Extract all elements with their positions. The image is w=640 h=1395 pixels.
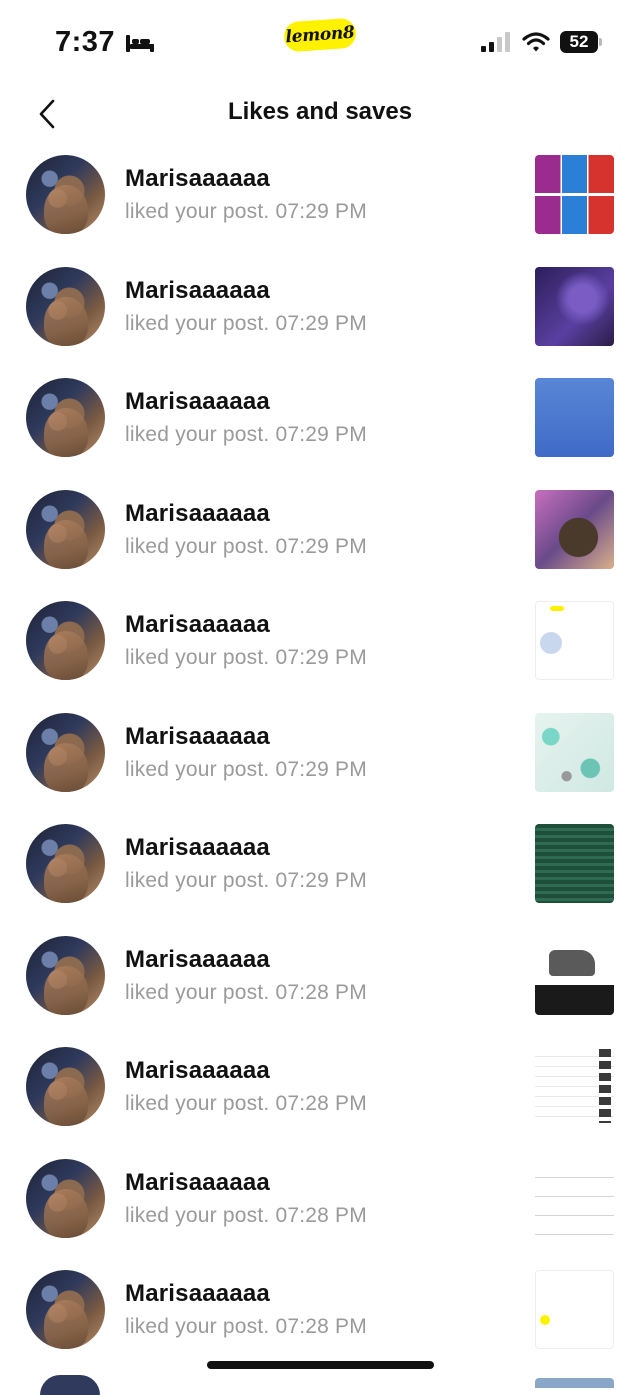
status-indicators: 52 [480, 31, 602, 53]
signal-bars-icon [481, 32, 510, 52]
post-thumbnail[interactable] [535, 824, 614, 903]
notification-list: Marisaaaaaa liked your post. 07:29 PM Ma… [0, 143, 640, 1370]
avatar[interactable] [26, 1047, 105, 1126]
avatar[interactable] [26, 935, 105, 1015]
activity-text: liked your post. 07:29 PM [125, 646, 367, 669]
post-thumbnail[interactable] [535, 1158, 614, 1238]
user-name[interactable]: Marisaaaaaa [125, 834, 270, 862]
avatar[interactable] [26, 601, 105, 680]
notification-row[interactable]: Marisaaaaaa liked your post. 07:29 PM [0, 478, 640, 590]
home-indicator[interactable] [207, 1361, 434, 1369]
notification-row[interactable]: Marisaaaaaa liked your post. 07:29 PM [0, 812, 640, 924]
avatar[interactable] [26, 489, 105, 569]
activity-text: liked your post. 07:29 PM [125, 757, 367, 781]
activity-text: liked your post. 07:28 PM [125, 1092, 367, 1115]
avatar[interactable] [26, 155, 105, 234]
user-name[interactable]: Marisaaaaaa [125, 1057, 270, 1085]
user-name[interactable]: Marisaaaaaa [125, 1280, 270, 1308]
battery-indicator: 52 [560, 31, 602, 53]
post-thumbnail[interactable] [535, 601, 614, 680]
avatar[interactable] [26, 1158, 105, 1238]
avatar[interactable] [26, 1270, 105, 1349]
notification-row[interactable]: Marisaaaaaa liked your post. 07:29 PM [0, 366, 640, 478]
activity-text: liked your post. 07:29 PM [125, 311, 367, 335]
notification-row[interactable]: Marisaaaaaa liked your post. 07:28 PM [0, 924, 640, 1036]
activity-text: liked your post. 07:29 PM [125, 869, 367, 892]
activity-text: liked your post. 07:28 PM [125, 1315, 367, 1338]
post-thumbnail[interactable] [535, 1047, 614, 1126]
notification-row[interactable]: Marisaaaaaa liked your post. 07:29 PM [0, 255, 640, 367]
user-name[interactable]: Marisaaaaaa [125, 500, 270, 528]
notification-row[interactable]: Marisaaaaaa liked your post. 07:29 PM [0, 589, 640, 701]
battery-level: 52 [569, 32, 589, 51]
status-bar: 7:37 lemon8 52 [0, 0, 640, 86]
notification-row[interactable]: Marisaaaaaa liked your post. 07:28 PM [0, 1258, 640, 1370]
user-name[interactable]: Marisaaaaaa [125, 388, 270, 416]
notification-row[interactable]: Marisaaaaaa liked your post. 07:28 PM [0, 1147, 640, 1259]
activity-text: liked your post. 07:29 PM [125, 200, 367, 223]
avatar[interactable] [26, 824, 105, 903]
post-thumbnail[interactable] [535, 155, 614, 234]
header: Likes and saves [0, 86, 640, 142]
post-thumbnail[interactable] [535, 266, 614, 346]
post-thumbnail[interactable] [535, 935, 614, 1015]
battery-cap [599, 38, 602, 46]
user-name[interactable]: Marisaaaaaa [125, 723, 270, 751]
brand-badge: lemon8 [283, 17, 357, 53]
notification-row[interactable]: Marisaaaaaa liked your post. 07:29 PM [0, 143, 640, 255]
notification-row[interactable]: Marisaaaaaa liked your post. 07:28 PM [0, 1035, 640, 1147]
post-thumbnail[interactable] [535, 712, 614, 792]
post-thumbnail-partial [535, 1378, 614, 1388]
post-thumbnail[interactable] [535, 1270, 614, 1349]
user-name[interactable]: Marisaaaaaa [125, 1169, 270, 1197]
post-thumbnail[interactable] [535, 378, 614, 457]
user-name[interactable]: Marisaaaaaa [125, 165, 270, 193]
brand-logo-text: lemon8 [284, 22, 356, 48]
activity-text: liked your post. 07:28 PM [125, 980, 367, 1004]
wifi-icon [522, 32, 550, 52]
avatar-partial [40, 1375, 100, 1395]
user-name[interactable]: Marisaaaaaa [125, 277, 270, 305]
avatar[interactable] [26, 712, 105, 792]
avatar[interactable] [26, 266, 105, 346]
user-name[interactable]: Marisaaaaaa [125, 611, 270, 639]
status-time: 7:37 [55, 26, 116, 58]
avatar[interactable] [26, 378, 105, 457]
bed-icon [126, 34, 155, 52]
notification-row[interactable]: Marisaaaaaa liked your post. 07:29 PM [0, 701, 640, 813]
post-thumbnail[interactable] [535, 489, 614, 569]
activity-text: liked your post. 07:29 PM [125, 534, 367, 558]
page-title: Likes and saves [227, 98, 413, 125]
activity-text: liked your post. 07:28 PM [125, 1203, 367, 1227]
activity-text: liked your post. 07:29 PM [125, 423, 367, 446]
status-time-group: 7:37 [55, 26, 155, 59]
user-name[interactable]: Marisaaaaaa [125, 946, 270, 974]
